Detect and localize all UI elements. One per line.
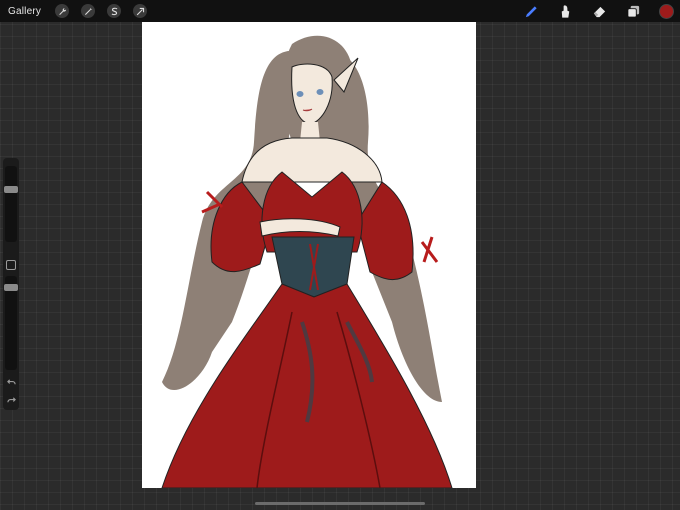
home-indicator — [255, 502, 425, 505]
sidebar — [3, 158, 19, 410]
layers-icon — [626, 5, 639, 18]
drawing-canvas[interactable] — [142, 22, 476, 488]
brush-size-thumb[interactable] — [4, 186, 18, 193]
undo-button[interactable] — [5, 378, 17, 388]
selection-button[interactable] — [107, 4, 122, 18]
magic-wand-icon — [84, 7, 92, 15]
undo-icon — [6, 379, 16, 385]
elf-character-artwork — [161, 35, 453, 488]
smudge-icon — [561, 4, 569, 18]
adjustments-button[interactable] — [81, 4, 96, 18]
brush-icon — [525, 5, 537, 17]
brush-tool-button[interactable] — [523, 3, 539, 19]
brush-size-slider[interactable] — [4, 166, 18, 242]
redo-button[interactable] — [5, 396, 17, 406]
transform-button[interactable] — [133, 4, 148, 18]
gallery-button[interactable]: Gallery — [8, 6, 41, 17]
eraser-tool-button[interactable] — [591, 3, 607, 19]
redo-icon — [6, 397, 16, 403]
selection-icon — [111, 7, 117, 15]
color-picker-button[interactable] — [659, 3, 674, 19]
modify-button[interactable] — [6, 260, 16, 270]
opacity-slider[interactable] — [4, 276, 18, 370]
smudge-tool-button[interactable] — [557, 3, 573, 19]
actions-button[interactable] — [55, 4, 70, 18]
opacity-thumb[interactable] — [4, 284, 18, 291]
eraser-icon — [593, 6, 605, 17]
wrench-icon — [58, 7, 66, 15]
transform-arrow-icon — [136, 7, 144, 15]
layers-button[interactable] — [625, 3, 641, 19]
top-toolbar: Gallery — [0, 0, 680, 22]
